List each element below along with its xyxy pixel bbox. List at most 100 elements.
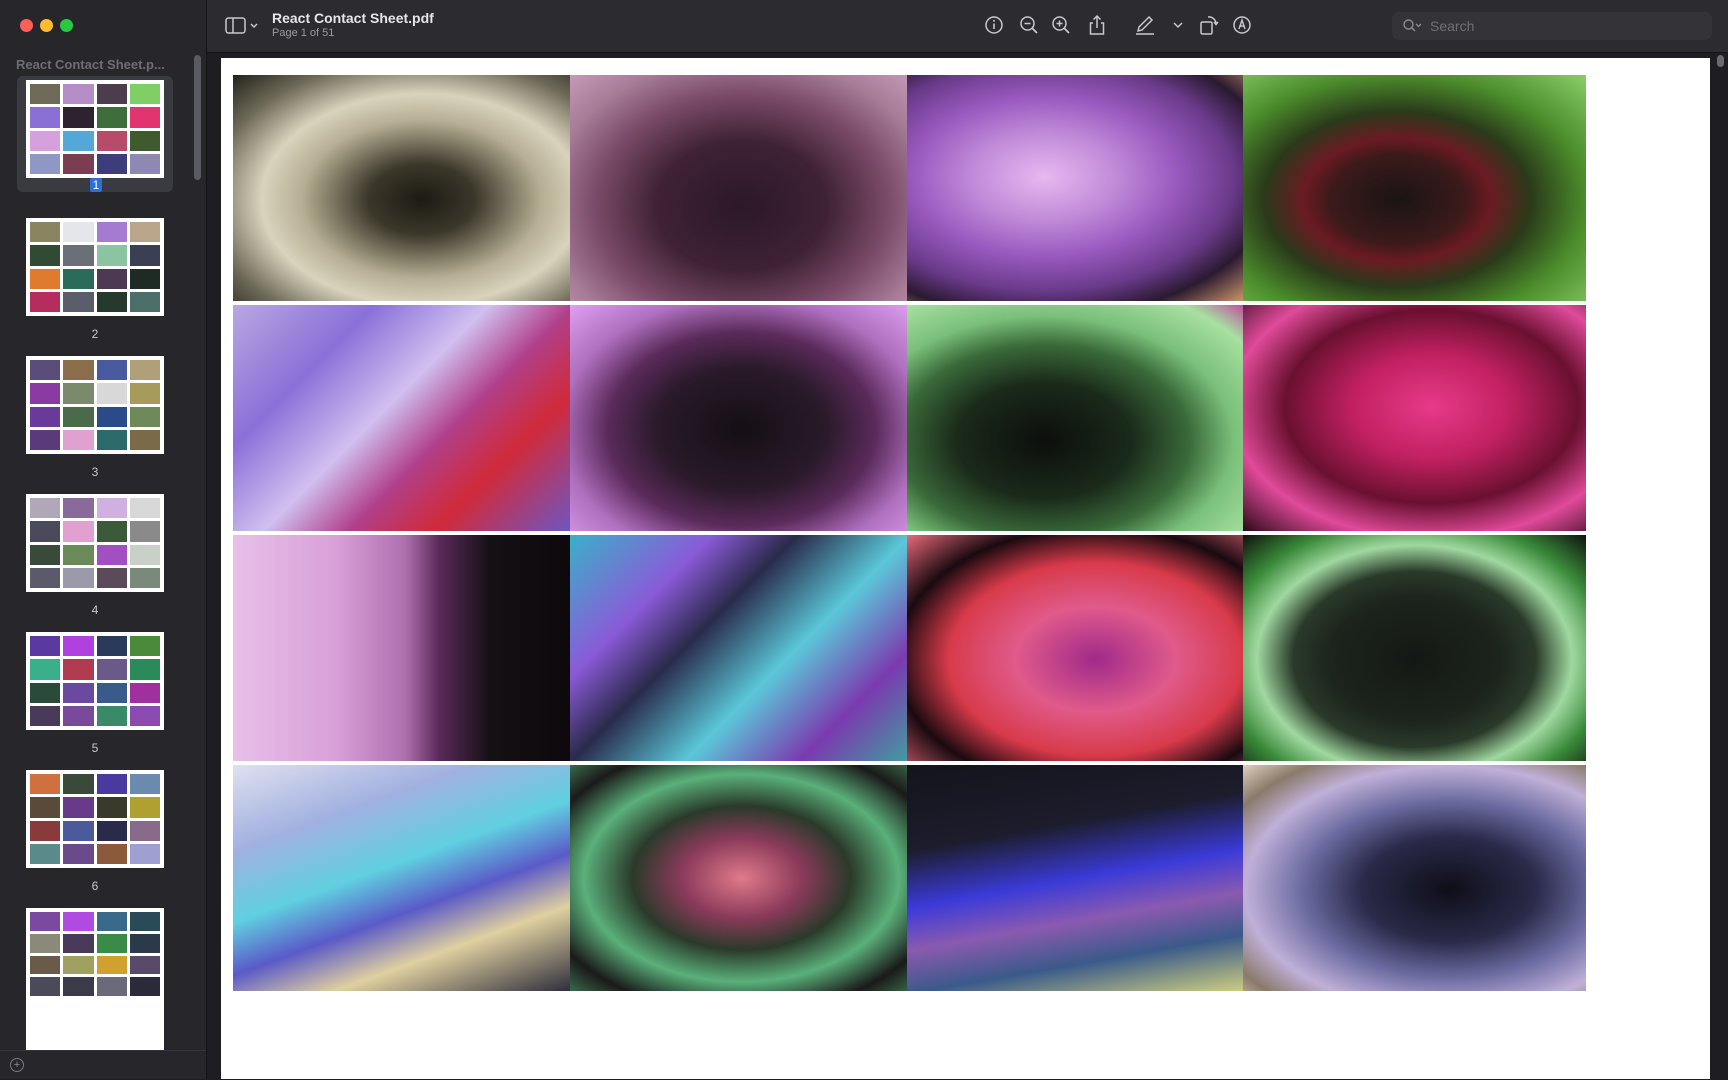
thumbnail-sidebar: React Contact Sheet.p... 1 2 3 4 5 6 + [0, 0, 207, 1079]
add-page-icon[interactable]: + [10, 1058, 24, 1072]
thumbnail-image [96, 268, 127, 289]
page-thumbnail-3[interactable] [26, 356, 164, 454]
image-8 [1243, 305, 1586, 531]
search-placeholder: Search [1430, 18, 1475, 34]
thumbnail-image [96, 153, 127, 174]
thumbnail-image [30, 820, 61, 841]
thumbnail-image [96, 429, 127, 450]
sidebar-footer [0, 1050, 206, 1080]
thumbnail-image [96, 912, 127, 931]
sidebar-document-title: React Contact Sheet.p... [16, 57, 165, 72]
page-thumbnail-5[interactable] [26, 632, 164, 730]
sidebar-scrollbar[interactable] [194, 55, 201, 180]
thumbnail-image [30, 955, 61, 975]
thumbnail-image [129, 406, 160, 427]
thumbnail-image [129, 360, 160, 381]
thumbnail-image [63, 360, 94, 381]
thumbnail-image [96, 245, 127, 266]
toolbar: React Contact Sheet.pdf Page 1 of 51 Sea… [207, 0, 1728, 53]
zoom-out-icon[interactable] [1017, 13, 1041, 37]
page-thumbnail-2[interactable] [26, 218, 164, 316]
thumbnail-image [30, 797, 61, 818]
thumbnail-image [96, 955, 127, 975]
thumbnail-image [30, 521, 61, 542]
thumbnail-image [96, 521, 127, 542]
thumbnail-image [129, 107, 160, 128]
markup-pen-icon[interactable] [1133, 13, 1157, 37]
document-scrollbar[interactable] [1717, 55, 1724, 67]
thumbnail-image [30, 933, 61, 953]
page-thumbnail-4[interactable] [26, 494, 164, 592]
thumbnail-image [96, 636, 127, 657]
thumbnail-image [63, 567, 94, 588]
minimize-window-button[interactable] [40, 19, 53, 32]
image-5 [233, 305, 576, 531]
thumbnail-image [30, 912, 61, 931]
thumbnail-image [129, 222, 160, 243]
share-icon[interactable] [1085, 13, 1109, 37]
thumbnail-image [129, 291, 160, 312]
rotate-icon[interactable] [1197, 13, 1221, 37]
thumbnail-image [30, 291, 61, 312]
page-thumbnail-6[interactable] [26, 770, 164, 868]
page-thumbnail-7[interactable] [26, 908, 164, 1050]
search-field[interactable]: Search [1392, 12, 1712, 40]
thumbnail-image [63, 843, 94, 864]
image-10 [570, 535, 913, 761]
thumbnail-image [63, 84, 94, 105]
thumbnail-image [63, 933, 94, 953]
image-13 [233, 765, 576, 991]
thumbnail-image [63, 245, 94, 266]
page-number-label: 4 [91, 603, 99, 617]
thumbnail-image [96, 774, 127, 795]
thumbnail-image [30, 245, 61, 266]
thumbnail-image [96, 107, 127, 128]
thumbnail-image [63, 636, 94, 657]
thumbnail-image [63, 659, 94, 680]
thumbnail-image [30, 567, 61, 588]
thumbnail-image [96, 291, 127, 312]
thumbnail-image [63, 955, 94, 975]
thumbnail-image [30, 383, 61, 404]
thumbnail-image [96, 130, 127, 151]
annotate-icon[interactable] [1230, 13, 1254, 37]
thumbnail-image [96, 843, 127, 864]
thumbnail-image [96, 797, 127, 818]
fullscreen-window-button[interactable] [60, 19, 73, 32]
page-number-label: 3 [91, 465, 99, 479]
sidebar-toggle-icon[interactable] [225, 15, 263, 37]
document-title: React Contact Sheet.pdf [272, 10, 434, 26]
thumbnail-image [96, 933, 127, 953]
thumbnail-image [63, 383, 94, 404]
page-thumbnail-1[interactable] [26, 80, 164, 178]
thumbnail-image [30, 544, 61, 565]
thumbnail-image [30, 843, 61, 864]
info-icon[interactable] [982, 13, 1006, 37]
thumbnail-image [96, 406, 127, 427]
thumbnail-image [30, 130, 61, 151]
thumbnail-image [30, 682, 61, 703]
image-14 [570, 765, 913, 991]
thumbnail-image [63, 291, 94, 312]
search-icon [1403, 19, 1422, 32]
close-window-button[interactable] [20, 19, 33, 32]
image-1 [233, 75, 576, 301]
thumbnail-image [63, 820, 94, 841]
image-15 [907, 765, 1250, 991]
image-4 [1243, 75, 1586, 301]
thumbnail-image [30, 107, 61, 128]
thumbnail-image [96, 705, 127, 726]
thumbnail-image [96, 977, 127, 996]
thumbnail-image [30, 705, 61, 726]
thumbnail-image [129, 130, 160, 151]
thumbnail-image [63, 521, 94, 542]
thumbnail-image [129, 774, 160, 795]
thumbnail-image [30, 222, 61, 243]
thumbnail-image [63, 222, 94, 243]
chevron-down-icon[interactable] [1166, 13, 1190, 37]
thumbnail-image [63, 130, 94, 151]
document-view[interactable] [207, 53, 1721, 1079]
zoom-in-icon[interactable] [1049, 13, 1073, 37]
thumbnail-image [63, 912, 94, 931]
thumbnail-image [96, 498, 127, 519]
